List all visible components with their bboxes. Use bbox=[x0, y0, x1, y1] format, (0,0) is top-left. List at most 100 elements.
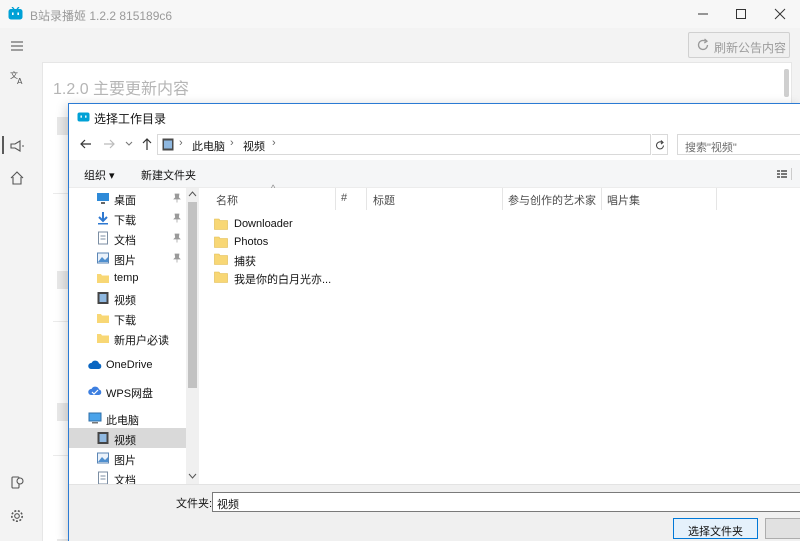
nav-item[interactable]: 下载 bbox=[69, 208, 186, 228]
breadcrumb-item[interactable]: 此电脑 bbox=[192, 138, 225, 154]
scrollbar[interactable] bbox=[784, 69, 789, 97]
nav-item[interactable]: OneDrive bbox=[69, 355, 186, 375]
desktop-icon bbox=[97, 193, 109, 204]
organize-menu-button[interactable]: 组织 ▾ bbox=[84, 167, 115, 183]
active-indicator bbox=[2, 136, 4, 154]
view-options-icon[interactable] bbox=[776, 168, 788, 180]
breadcrumb-separator-icon: › bbox=[179, 137, 183, 149]
file-name: 我是你的白月光亦... bbox=[234, 273, 332, 286]
file-list: ^ 名称 # 标题 参与创作的艺术家 唱片集 Downloader Photos 捕… bbox=[200, 183, 800, 484]
refresh-icon bbox=[655, 140, 665, 150]
maximize-button[interactable] bbox=[723, 0, 759, 28]
divider bbox=[791, 168, 792, 180]
maximize-icon bbox=[736, 9, 746, 19]
new-folder-button[interactable]: 新建文件夹 bbox=[141, 167, 196, 183]
pin-icon bbox=[173, 253, 181, 263]
file-name: Downloader bbox=[234, 218, 293, 230]
nav-item[interactable]: 桌面 bbox=[69, 188, 186, 208]
announcement-icon[interactable] bbox=[9, 138, 25, 154]
back-arrow-icon[interactable] bbox=[79, 135, 93, 153]
translate-icon[interactable]: 文 A bbox=[9, 69, 25, 85]
organize-label: 组织 bbox=[84, 170, 106, 182]
folder-icon bbox=[214, 236, 228, 248]
column-header-artist[interactable]: 参与创作的艺术家 bbox=[508, 192, 596, 208]
select-folder-button[interactable]: 选择文件夹 bbox=[673, 518, 758, 539]
column-header-name[interactable]: 名称 bbox=[216, 192, 238, 208]
nav-item[interactable]: 图片 bbox=[69, 448, 186, 468]
refresh-button[interactable] bbox=[652, 134, 668, 155]
folder-name-value: 视频 bbox=[217, 499, 239, 511]
nav-item[interactable]: 此电脑 bbox=[69, 408, 186, 428]
picture-icon bbox=[97, 452, 109, 464]
dialog-title: 选择工作目录 bbox=[94, 112, 167, 126]
column-header-number[interactable]: # bbox=[341, 192, 347, 204]
nav-item-label: 视频 bbox=[114, 295, 136, 307]
file-row[interactable]: 我是你的白月光亦... bbox=[212, 268, 362, 286]
hamburger-menu-icon[interactable] bbox=[9, 38, 25, 54]
video-icon bbox=[97, 432, 109, 444]
close-button[interactable] bbox=[762, 0, 798, 28]
column-header-album[interactable]: 唱片集 bbox=[607, 192, 640, 208]
column-divider[interactable] bbox=[335, 188, 336, 210]
folder-icon bbox=[214, 253, 228, 265]
app-titlebar: B站录播姬 1.2.2 815189c6 bbox=[0, 0, 800, 28]
nav-item[interactable]: 新用户必读 bbox=[69, 328, 186, 348]
recent-locations-chevron-icon[interactable] bbox=[124, 135, 134, 153]
picture-icon bbox=[97, 252, 109, 264]
folder-label: 文件夹: bbox=[176, 498, 213, 510]
settings-gear-icon[interactable] bbox=[9, 508, 25, 524]
scroll-thumb[interactable] bbox=[188, 202, 197, 388]
select-folder-label: 选择文件夹 bbox=[688, 526, 743, 538]
refresh-icon bbox=[697, 38, 709, 51]
file-row[interactable]: Downloader bbox=[212, 215, 362, 233]
search-input[interactable]: 搜索"视频" bbox=[677, 134, 800, 155]
file-row[interactable]: Photos bbox=[212, 233, 362, 251]
app-title: B站录播姬 1.2.2 815189c6 bbox=[30, 9, 173, 23]
minimize-button[interactable] bbox=[685, 0, 721, 28]
column-divider[interactable] bbox=[366, 188, 367, 210]
notice-heading: 1.2.0 主要更新内容 bbox=[53, 81, 190, 98]
svg-text:A: A bbox=[17, 77, 23, 85]
wps-cloud-icon bbox=[88, 386, 102, 395]
folder-icon bbox=[97, 274, 109, 283]
nav-item[interactable]: 视频 bbox=[69, 428, 186, 448]
close-icon bbox=[774, 8, 786, 20]
scroll-down-icon[interactable] bbox=[188, 472, 197, 480]
app-sidebar: 文 A bbox=[0, 28, 34, 541]
refresh-label: 刷新公告内容 bbox=[714, 41, 787, 55]
video-icon bbox=[97, 292, 109, 304]
nav-item-label: 桌面 bbox=[114, 195, 136, 207]
forward-arrow-icon[interactable] bbox=[102, 135, 116, 153]
nav-item-label: 下载 bbox=[114, 315, 136, 327]
up-arrow-icon[interactable] bbox=[140, 135, 154, 153]
pin-icon bbox=[173, 233, 181, 243]
column-divider[interactable] bbox=[716, 188, 717, 210]
navigation-pane: 桌面 下载 文档 图片 temp 视频 下载 新用户必读 OneDrive WPS网盘 此电脑 视频图… bbox=[69, 188, 199, 487]
refresh-announcement-button[interactable]: 刷新公告内容 bbox=[688, 32, 790, 58]
nav-item[interactable]: temp bbox=[69, 268, 186, 288]
file-row[interactable]: 捕获 bbox=[212, 250, 362, 268]
nav-item-label: 图片 bbox=[114, 455, 136, 467]
nav-item[interactable]: 文档 bbox=[69, 228, 186, 248]
nav-item[interactable]: 图片 bbox=[69, 248, 186, 268]
nav-item[interactable]: WPS网盘 bbox=[69, 381, 186, 401]
nav-item-label: 此电脑 bbox=[106, 415, 139, 427]
column-divider[interactable] bbox=[601, 188, 602, 210]
nav-item[interactable]: 下载 bbox=[69, 308, 186, 328]
cancel-button[interactable] bbox=[765, 518, 800, 539]
breadcrumb-item[interactable]: 视频 bbox=[243, 138, 265, 154]
dialog-footer: 文件夹: 视频 选择文件夹 bbox=[69, 484, 800, 541]
nav-item-label: 文档 bbox=[114, 235, 136, 247]
column-header-title[interactable]: 标题 bbox=[373, 192, 395, 208]
home-icon[interactable] bbox=[9, 170, 25, 186]
breadcrumb-separator-icon: › bbox=[230, 137, 234, 149]
address-bar[interactable]: › 此电脑 › 视频 › bbox=[157, 134, 735, 155]
pin-icon bbox=[173, 213, 181, 223]
nav-item[interactable]: 视频 bbox=[69, 288, 186, 308]
column-divider[interactable] bbox=[502, 188, 503, 210]
folder-name-input[interactable]: 视频 bbox=[212, 492, 800, 512]
tools-icon[interactable] bbox=[9, 474, 25, 490]
navigation-scrollbar[interactable] bbox=[186, 188, 199, 484]
scroll-up-icon[interactable] bbox=[188, 190, 197, 198]
folder-icon bbox=[214, 271, 228, 283]
